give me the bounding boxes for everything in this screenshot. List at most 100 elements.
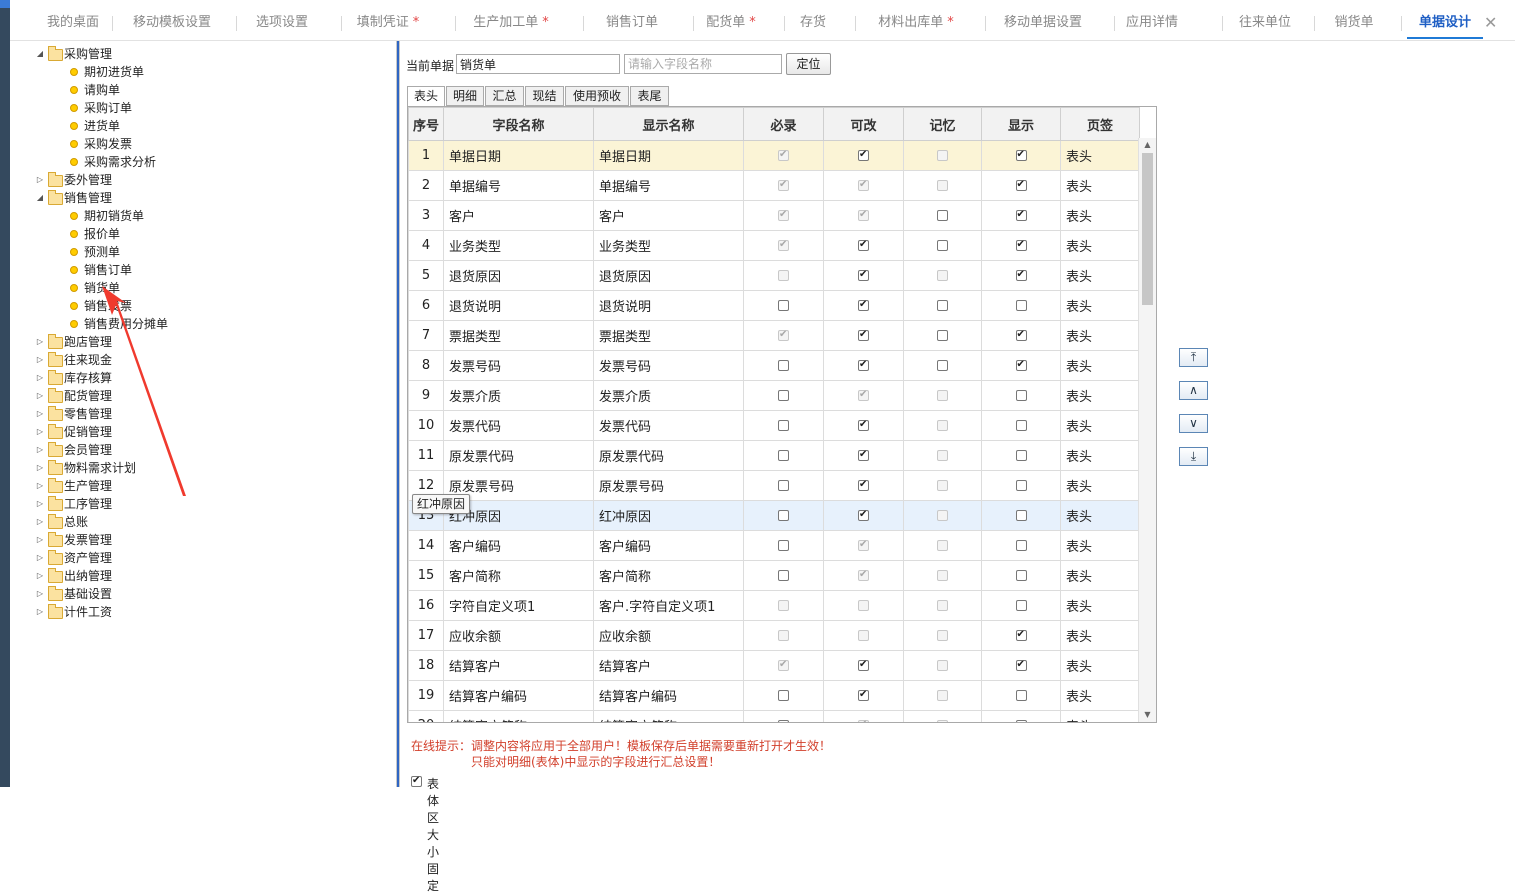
table-row[interactable]: 13红冲原因红冲原因表头	[408, 500, 1140, 531]
move-bottom-button[interactable]: ⤓	[1179, 447, 1208, 466]
editable-checkbox[interactable]	[858, 478, 869, 492]
collapse-icon[interactable]: ◢	[35, 45, 45, 63]
required-checkbox[interactable]	[778, 300, 789, 311]
editable-checkbox[interactable]	[858, 448, 869, 462]
table-row[interactable]: 19结算客户编码结算客户编码表头	[408, 680, 1140, 711]
collapse-icon[interactable]: ◢	[35, 189, 45, 207]
editable-checkbox[interactable]	[858, 148, 869, 162]
tab-8[interactable]: 存货	[790, 8, 836, 38]
expand-icon[interactable]: ▷	[35, 531, 45, 549]
tab-12[interactable]: 往来单位	[1228, 8, 1302, 38]
expand-icon[interactable]: ▷	[35, 441, 45, 459]
visible-checkbox[interactable]	[1015, 178, 1027, 192]
display-name-cell[interactable]: 发票代码	[593, 410, 744, 441]
visible-checkbox[interactable]	[1015, 328, 1027, 342]
display-name-cell[interactable]: 单据日期	[593, 140, 744, 171]
visible-checkbox[interactable]	[1015, 358, 1027, 372]
required-checkbox[interactable]	[778, 450, 789, 461]
visible-checkbox[interactable]	[1015, 480, 1027, 491]
move-down-button[interactable]: ∨	[1179, 414, 1208, 433]
visible-checkbox[interactable]	[1015, 600, 1027, 611]
column-header[interactable]: 序号	[408, 107, 444, 141]
table-row[interactable]: 3客户客户表头	[408, 200, 1140, 231]
visible-checkbox[interactable]	[1015, 658, 1027, 672]
scroll-down-icon[interactable]: ▼	[1139, 708, 1156, 722]
section-tab-4[interactable]: 现结	[525, 86, 564, 106]
editable-checkbox[interactable]	[858, 298, 869, 312]
table-row[interactable]: 8发票号码发票号码表头	[408, 350, 1140, 381]
required-checkbox[interactable]	[778, 690, 789, 701]
table-row[interactable]: 2单据编号单据编号表头	[408, 170, 1140, 201]
move-top-button[interactable]: ⤒	[1179, 348, 1208, 367]
table-row[interactable]: 11原发票代码原发票代码表头	[408, 440, 1140, 471]
scroll-thumb[interactable]	[1142, 153, 1153, 305]
tab-9[interactable]: 材料出库单 *	[861, 8, 971, 38]
display-name-cell[interactable]: 票据类型	[593, 320, 744, 351]
visible-checkbox[interactable]	[1015, 300, 1027, 311]
display-name-cell[interactable]: 原发票号码	[593, 470, 744, 501]
editable-checkbox[interactable]	[858, 508, 869, 522]
visible-checkbox[interactable]	[1015, 628, 1027, 642]
fixed-body-size-checkbox[interactable]	[411, 774, 422, 788]
table-row[interactable]: 16 字符自定义项1 客户.字符自定义项1 表头	[408, 590, 1140, 621]
visible-checkbox[interactable]	[1015, 690, 1027, 701]
expand-icon[interactable]: ▷	[35, 423, 45, 441]
section-tab-5[interactable]: 使用预收	[565, 86, 629, 106]
section-tab-3[interactable]: 汇总	[485, 86, 524, 106]
tab-11[interactable]: 应用详情	[1120, 8, 1184, 38]
visible-checkbox[interactable]	[1015, 570, 1027, 581]
table-row[interactable]: 14客户编码客户编码表头	[408, 530, 1140, 561]
required-checkbox[interactable]	[778, 720, 789, 722]
expand-icon[interactable]: ▷	[35, 405, 45, 423]
visible-checkbox[interactable]	[1015, 720, 1027, 722]
section-tab-2[interactable]: 明细	[446, 86, 484, 106]
tab-2[interactable]: 移动模板设置	[118, 8, 226, 38]
tab-13[interactable]: 销货单	[1320, 8, 1388, 38]
required-checkbox[interactable]	[778, 480, 789, 491]
expand-icon[interactable]: ▷	[35, 585, 45, 603]
expand-icon[interactable]: ▷	[35, 333, 45, 351]
column-header[interactable]: 显示	[981, 107, 1061, 141]
display-name-cell[interactable]: 客户简称	[593, 560, 744, 591]
visible-checkbox[interactable]	[1015, 268, 1027, 282]
display-name-cell[interactable]: 退货说明	[593, 290, 744, 321]
scroll-up-icon[interactable]: ▲	[1139, 138, 1156, 152]
tab-4[interactable]: 填制凭证 *	[347, 8, 429, 38]
editable-checkbox[interactable]	[858, 358, 869, 372]
expand-icon[interactable]: ▷	[35, 549, 45, 567]
editable-checkbox[interactable]	[858, 328, 869, 342]
column-header[interactable]: 可改	[823, 107, 904, 141]
table-row[interactable]: 9发票介质发票介质表头	[408, 380, 1140, 411]
required-checkbox[interactable]	[778, 390, 789, 401]
display-name-cell[interactable]: 结算客户简称	[593, 710, 744, 722]
column-header[interactable]: 页签	[1060, 107, 1140, 141]
visible-checkbox[interactable]	[1015, 540, 1027, 551]
expand-icon[interactable]: ▷	[35, 513, 45, 531]
tab-6[interactable]: 销售订单	[589, 8, 675, 38]
table-row[interactable]: 17应收余额应收余额表头	[408, 620, 1140, 651]
required-checkbox[interactable]	[778, 420, 789, 431]
remember-checkbox[interactable]	[937, 330, 948, 341]
expand-icon[interactable]: ▷	[35, 387, 45, 405]
display-name-cell[interactable]: 应收余额	[593, 620, 744, 651]
editable-checkbox[interactable]	[858, 418, 869, 432]
table-row[interactable]: 5退货原因退货原因表头	[408, 260, 1140, 291]
tab-1[interactable]: 我的桌面	[40, 8, 106, 38]
display-name-cell[interactable]: 退货原因	[593, 260, 744, 291]
expand-icon[interactable]: ▷	[35, 477, 45, 495]
tab-10[interactable]: 移动单据设置	[991, 8, 1095, 38]
display-name-cell[interactable]: 原发票代码	[593, 440, 744, 471]
display-name-cell[interactable]: 单据编号	[593, 170, 744, 201]
display-name-cell[interactable]: 业务类型	[593, 230, 744, 261]
visible-checkbox[interactable]	[1015, 450, 1027, 461]
remember-checkbox[interactable]	[937, 300, 948, 311]
visible-checkbox[interactable]	[1015, 238, 1027, 252]
display-name-cell[interactable]: 红冲原因	[593, 500, 744, 531]
table-row[interactable]: 10发票代码发票代码表头	[408, 410, 1140, 441]
expand-icon[interactable]: ▷	[35, 171, 45, 189]
expand-icon[interactable]: ▷	[35, 351, 45, 369]
table-row[interactable]: 15客户简称客户简称表头	[408, 560, 1140, 591]
visible-checkbox[interactable]	[1015, 510, 1027, 521]
expand-icon[interactable]: ▷	[35, 495, 45, 513]
editable-checkbox[interactable]	[858, 658, 869, 672]
